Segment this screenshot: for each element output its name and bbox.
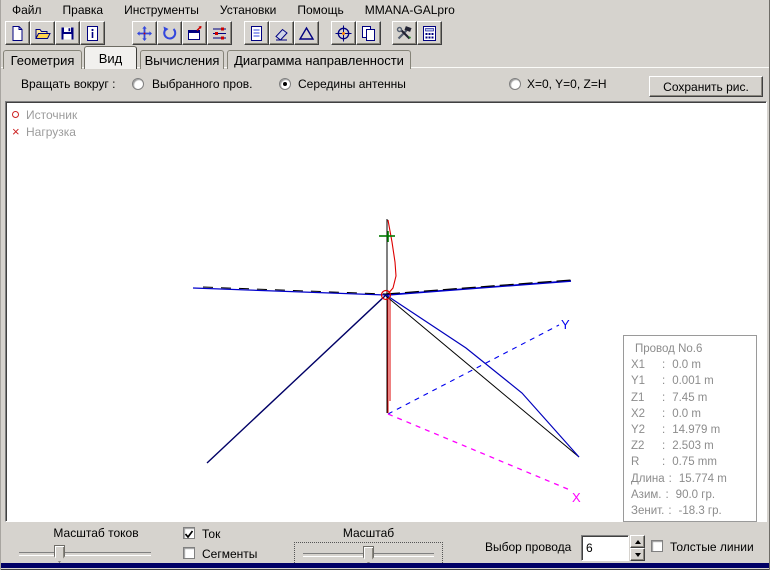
tab-geometry[interactable]: Геометрия	[3, 50, 82, 69]
eraser-icon	[273, 25, 290, 42]
save-icon	[59, 25, 76, 42]
radio-selected-wire[interactable]	[132, 78, 144, 90]
toolbar	[1, 20, 770, 47]
radio-xyz-zero[interactable]	[509, 78, 521, 90]
wire-info-title: Провод No.6	[631, 341, 752, 357]
x-axis-label: X	[572, 490, 581, 505]
current-checkbox-label[interactable]: Ток	[202, 527, 220, 541]
calculator-button[interactable]	[417, 21, 442, 45]
down-arrow-icon	[635, 553, 641, 557]
open-folder-icon	[34, 25, 51, 42]
document-icon	[248, 25, 265, 42]
legend-source: Источник	[12, 106, 77, 123]
copy-button[interactable]	[356, 21, 381, 45]
scale-slider-thumb[interactable]	[363, 546, 374, 564]
move-view-button[interactable]	[132, 21, 157, 45]
legend-source-label: Источник	[26, 108, 77, 122]
center-target-button[interactable]	[331, 21, 356, 45]
rotate-icon	[161, 25, 178, 42]
triangle-icon	[298, 25, 315, 42]
tab-calculations[interactable]: Вычисления	[140, 50, 224, 69]
currents-scale-slider-thumb[interactable]	[54, 545, 65, 563]
legend-load-label: Нагрузка	[26, 125, 76, 139]
scale-slider[interactable]	[294, 542, 443, 565]
segments-checkbox[interactable]	[183, 547, 195, 559]
tab-radiation-pattern[interactable]: Диаграмма направленности	[227, 50, 411, 69]
wire-select-label: Выбор провода	[485, 540, 571, 554]
radio-xyz-zero-label[interactable]: X=0, Y=0, Z=H	[527, 77, 607, 91]
eraser-button[interactable]	[269, 21, 294, 45]
save-file-button[interactable]	[55, 21, 80, 45]
new-file-button[interactable]	[5, 21, 30, 45]
export-window-button[interactable]	[182, 21, 207, 45]
wire-select-down-button[interactable]	[630, 548, 645, 561]
current-checkbox[interactable]	[183, 527, 195, 539]
wire-settings-button[interactable]	[207, 21, 232, 45]
wire-info-panel: Провод No.6 X10.0 m Y10.001 m Z17.45 m X…	[623, 335, 757, 522]
radio-antenna-center[interactable]	[279, 78, 291, 90]
antenna-3d-view[interactable]: Y X Источник × Нагрузка Провод No.6	[5, 101, 767, 522]
info-icon	[84, 25, 101, 42]
rotate-around-label: Вращать вокруг :	[21, 77, 115, 91]
radio-selected-wire-label[interactable]: Выбранного пров.	[152, 77, 252, 91]
wire-select-up-button[interactable]	[630, 535, 645, 548]
source-symbol-icon	[12, 111, 19, 118]
thick-lines-checkbox-label[interactable]: Толстые линии	[670, 540, 769, 554]
wire-settings-icon	[211, 25, 228, 42]
calculator-icon	[421, 25, 438, 42]
segments-checkbox-label[interactable]: Сегменты	[202, 547, 257, 561]
currents-scale-label: Масштаб токов	[21, 526, 171, 540]
wire-select-input[interactable]: 6	[581, 535, 629, 561]
up-arrow-icon	[635, 540, 641, 544]
view-tab-page: Вращать вокруг : Выбранного пров. Середи…	[1, 67, 770, 563]
text-document-button[interactable]	[244, 21, 269, 45]
open-file-button[interactable]	[30, 21, 55, 45]
menu-edit[interactable]: Правка	[54, 1, 113, 19]
legend-load: × Нагрузка	[12, 123, 77, 140]
menu-help[interactable]: Помощь	[288, 1, 352, 19]
tab-bar: Геометрия Вид Вычисления Диаграмма напра…	[1, 46, 770, 68]
y-axis-label: Y	[561, 317, 570, 332]
rotate-view-button[interactable]	[157, 21, 182, 45]
radio-antenna-center-label[interactable]: Середины антенны	[298, 77, 406, 91]
mmana-window: Файл Правка Инструменты Установки Помощь…	[0, 0, 770, 570]
check-icon	[184, 529, 194, 539]
move-icon	[136, 25, 153, 42]
menu-mmana-galpro[interactable]: MMANA-GALpro	[356, 1, 464, 19]
menu-file[interactable]: Файл	[3, 1, 51, 19]
scale-label: Масштаб	[301, 526, 436, 540]
legend: Источник × Нагрузка	[12, 106, 77, 140]
target-icon	[335, 25, 352, 42]
thick-lines-checkbox[interactable]	[651, 540, 663, 552]
copy-icon	[360, 25, 377, 42]
save-picture-button[interactable]: Сохранить рис.	[649, 76, 763, 97]
new-file-icon	[9, 25, 26, 42]
menu-tools[interactable]: Инструменты	[115, 1, 208, 19]
triangle-button[interactable]	[294, 21, 319, 45]
menu-bar: Файл Правка Инструменты Установки Помощь…	[1, 0, 770, 20]
tools-icon	[396, 25, 413, 42]
menu-settings[interactable]: Установки	[211, 1, 285, 19]
tools-button[interactable]	[392, 21, 417, 45]
load-symbol-icon: ×	[12, 127, 20, 137]
window-export-icon	[186, 25, 203, 42]
file-info-button[interactable]	[80, 21, 105, 45]
tab-view[interactable]: Вид	[84, 46, 137, 69]
